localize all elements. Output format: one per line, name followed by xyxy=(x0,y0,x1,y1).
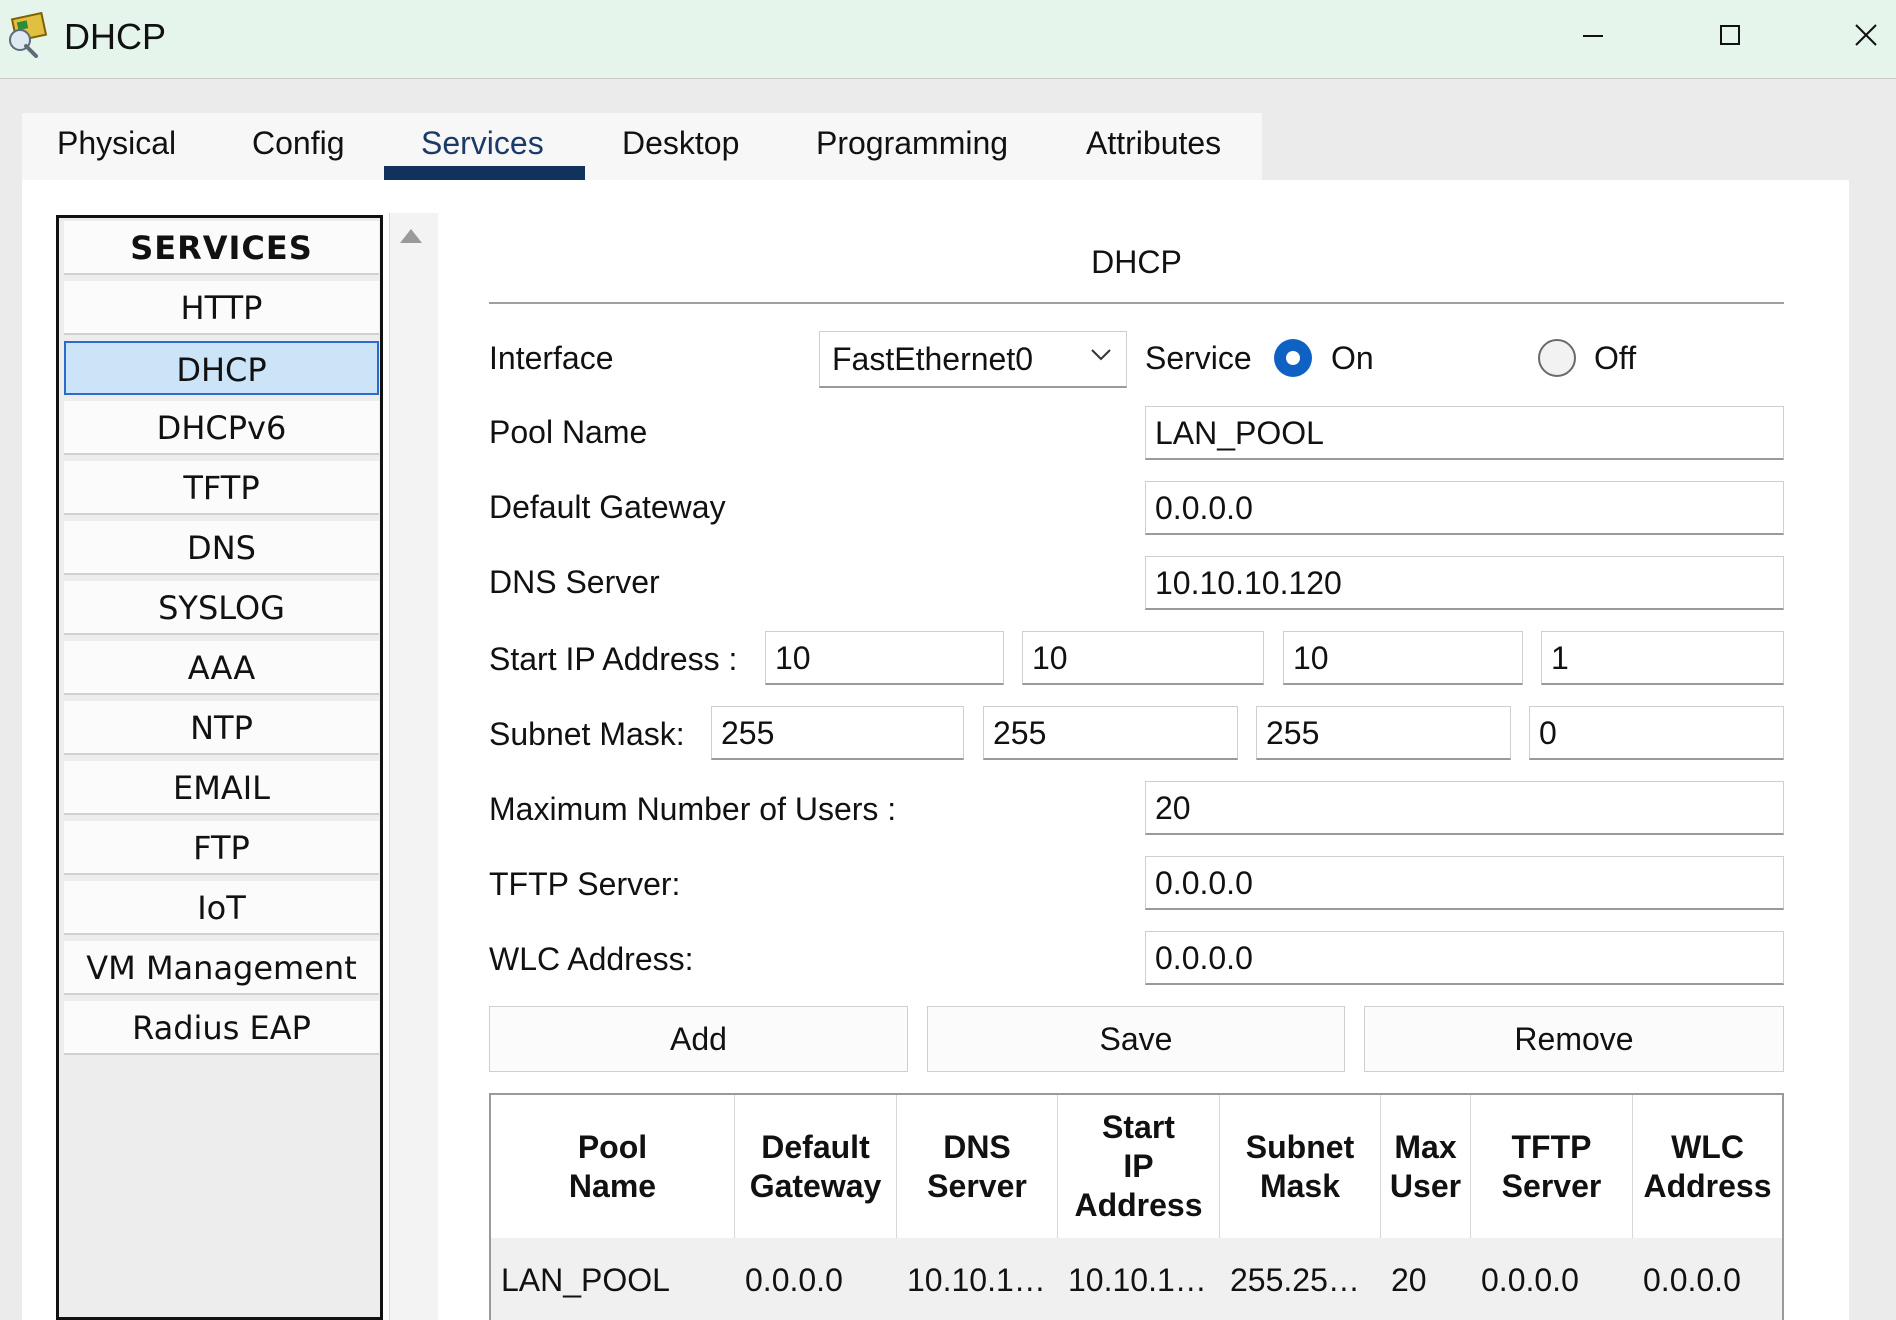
services-header: SERVICES xyxy=(64,221,379,275)
wlc-address-input[interactable]: 0.0.0.0 xyxy=(1145,931,1784,985)
section-divider xyxy=(489,302,1784,304)
pool-name-label: Pool Name xyxy=(489,414,648,450)
scroll-up-arrow-icon[interactable] xyxy=(400,229,422,243)
service-on-radio[interactable] xyxy=(1274,339,1312,377)
maximize-button[interactable] xyxy=(1700,10,1760,60)
maximize-icon xyxy=(1720,25,1740,45)
title-bar: DHCP xyxy=(0,0,1896,79)
service-off-label: Off xyxy=(1594,340,1637,376)
service-item-dhcpv6[interactable]: DHCPv6 xyxy=(64,401,379,455)
service-off-radio[interactable] xyxy=(1538,339,1576,377)
tab-bar: Physical Config Services Desktop Program… xyxy=(22,113,1262,181)
services-scrollbar[interactable] xyxy=(389,213,438,1320)
column-header-dns-server[interactable]: DNS Server xyxy=(897,1095,1058,1238)
cell-wlc-address: 0.0.0.0 xyxy=(1643,1262,1741,1298)
service-item-ntp[interactable]: NTP xyxy=(64,701,379,755)
service-item-ftp[interactable]: FTP xyxy=(64,821,379,875)
cell-tftp-server: 0.0.0.0 xyxy=(1481,1262,1579,1298)
tab-config[interactable]: Config xyxy=(252,125,345,181)
service-item-http[interactable]: HTTP xyxy=(64,281,379,335)
start-ip-octet-3[interactable]: 10 xyxy=(1283,631,1523,685)
interface-label: Interface xyxy=(489,340,614,376)
dns-server-label: DNS Server xyxy=(489,564,660,600)
column-header-start-ip[interactable]: Start IP Address xyxy=(1058,1095,1220,1238)
cell-pool-name: LAN_POOL xyxy=(501,1262,670,1298)
save-button[interactable]: Save xyxy=(927,1006,1345,1072)
dhcp-server-icon xyxy=(4,10,50,58)
column-header-pool-name[interactable]: Pool Name xyxy=(491,1095,735,1238)
active-tab-indicator xyxy=(384,166,585,180)
cell-dns-server: 10.10.1… xyxy=(907,1262,1046,1298)
close-icon xyxy=(1855,24,1877,46)
column-header-wlc-address[interactable]: WLC Address xyxy=(1633,1095,1782,1238)
services-list: SERVICES HTTP DHCP DHCPv6 TFTP DNS SYSLO… xyxy=(56,215,383,1320)
service-item-syslog[interactable]: SYSLOG xyxy=(64,581,379,635)
interface-select[interactable]: FastEthernet0 xyxy=(819,331,1127,388)
service-item-dhcp[interactable]: DHCP xyxy=(64,341,379,395)
minimize-icon xyxy=(1583,35,1603,37)
tftp-server-input[interactable]: 0.0.0.0 xyxy=(1145,856,1784,910)
tab-attributes[interactable]: Attributes xyxy=(1086,125,1221,181)
subnet-octet-3[interactable]: 255 xyxy=(1256,706,1511,760)
table-row[interactable]: LAN_POOL 0.0.0.0 10.10.1… 10.10.1… 255.2… xyxy=(491,1238,1782,1320)
minimize-button[interactable] xyxy=(1563,10,1623,60)
column-header-subnet-mask[interactable]: Subnet Mask xyxy=(1220,1095,1381,1238)
default-gateway-label: Default Gateway xyxy=(489,489,726,525)
tftp-server-label: TFTP Server: xyxy=(489,866,681,902)
dns-server-input[interactable]: 10.10.10.120 xyxy=(1145,556,1784,610)
service-label: Service xyxy=(1145,340,1252,376)
service-item-aaa[interactable]: AAA xyxy=(64,641,379,695)
start-ip-octet-4[interactable]: 1 xyxy=(1541,631,1784,685)
cell-subnet-mask: 255.25… xyxy=(1230,1262,1360,1298)
service-item-radius-eap[interactable]: Radius EAP xyxy=(64,1001,379,1055)
subnet-octet-1[interactable]: 255 xyxy=(711,706,964,760)
subnet-octet-2[interactable]: 255 xyxy=(983,706,1238,760)
tab-desktop[interactable]: Desktop xyxy=(622,125,739,181)
window-title: DHCP xyxy=(64,16,167,57)
service-on-label: On xyxy=(1331,340,1374,376)
tab-physical[interactable]: Physical xyxy=(57,125,176,181)
tab-programming[interactable]: Programming xyxy=(816,125,1008,181)
cell-start-ip: 10.10.1… xyxy=(1068,1262,1207,1298)
add-button[interactable]: Add xyxy=(489,1006,908,1072)
start-ip-label: Start IP Address : xyxy=(489,641,738,677)
start-ip-octet-1[interactable]: 10 xyxy=(765,631,1004,685)
section-title: DHCP xyxy=(1091,244,1182,280)
column-header-default-gateway[interactable]: Default Gateway xyxy=(735,1095,897,1238)
column-header-max-user[interactable]: Max User xyxy=(1381,1095,1471,1238)
wlc-address-label: WLC Address: xyxy=(489,941,694,977)
max-users-label: Maximum Number of Users : xyxy=(489,791,897,827)
chevron-down-icon xyxy=(1091,349,1111,361)
service-item-tftp[interactable]: TFTP xyxy=(64,461,379,515)
service-item-iot[interactable]: IoT xyxy=(64,881,379,935)
cell-max-user: 20 xyxy=(1391,1262,1427,1298)
close-button[interactable] xyxy=(1836,10,1896,60)
service-item-email[interactable]: EMAIL xyxy=(64,761,379,815)
service-item-vm-management[interactable]: VM Management xyxy=(64,941,379,995)
column-header-tftp-server[interactable]: TFTP Server xyxy=(1471,1095,1633,1238)
remove-button[interactable]: Remove xyxy=(1364,1006,1784,1072)
start-ip-octet-2[interactable]: 10 xyxy=(1022,631,1264,685)
pools-table: Pool Name Default Gateway DNS Server Sta… xyxy=(489,1093,1784,1320)
subnet-octet-4[interactable]: 0 xyxy=(1529,706,1784,760)
service-item-dns[interactable]: DNS xyxy=(64,521,379,575)
default-gateway-input[interactable]: 0.0.0.0 xyxy=(1145,481,1784,535)
pool-name-input[interactable]: LAN_POOL xyxy=(1145,406,1784,460)
interface-select-value: FastEthernet0 xyxy=(832,341,1033,377)
cell-gateway: 0.0.0.0 xyxy=(745,1262,843,1298)
subnet-mask-label: Subnet Mask: xyxy=(489,716,685,752)
max-users-input[interactable]: 20 xyxy=(1145,781,1784,835)
